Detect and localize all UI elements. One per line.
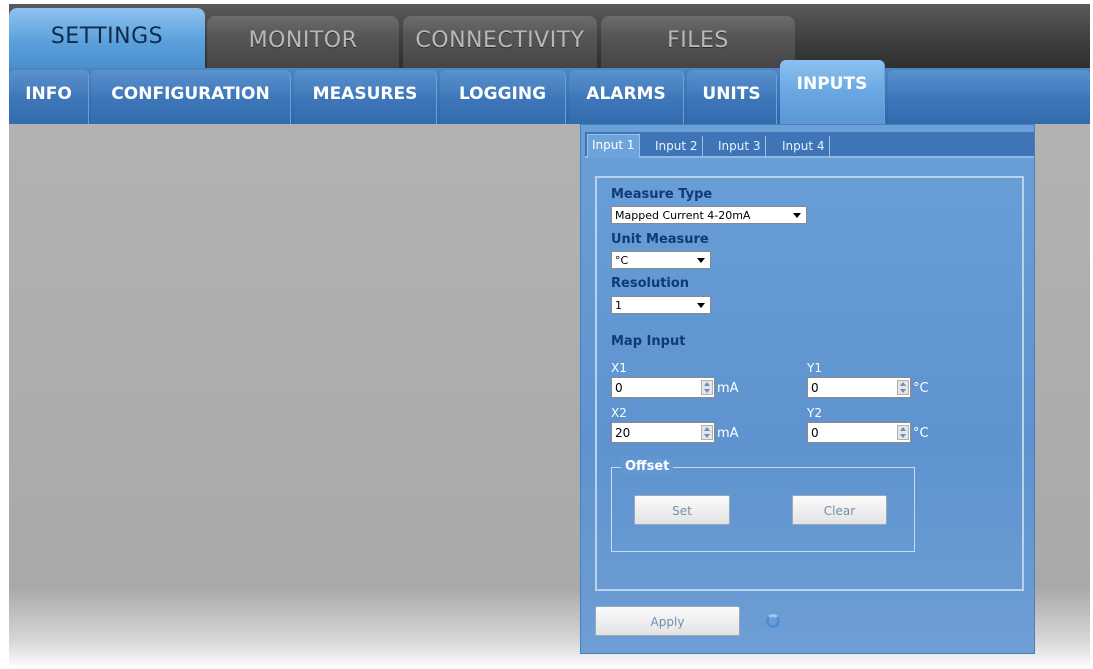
spinner-icon[interactable] bbox=[701, 380, 713, 395]
inputs-panel: Input 1 Input 2 Input 3 Input 4 Measure … bbox=[580, 124, 1035, 654]
y1-input[interactable]: 0 bbox=[807, 377, 911, 398]
refresh-icon[interactable] bbox=[766, 614, 780, 628]
tab-monitor-label: MONITOR bbox=[248, 28, 358, 53]
sub-tab-bar: INFO CONFIGURATION MEASURES LOGGING ALAR… bbox=[9, 60, 1090, 124]
x2-input[interactable]: 20 bbox=[611, 422, 715, 443]
resolution-value: 1 bbox=[615, 299, 622, 312]
tab-info[interactable]: INFO bbox=[9, 70, 89, 124]
tab-input-3-label: Input 3 bbox=[718, 139, 761, 153]
chevron-down-icon bbox=[697, 303, 705, 308]
tab-logging-label: LOGGING bbox=[458, 84, 547, 104]
y1-label: Y1 bbox=[807, 361, 822, 375]
tab-configuration[interactable]: CONFIGURATION bbox=[91, 70, 291, 124]
offset-label: Offset bbox=[621, 459, 674, 474]
resolution-label: Resolution bbox=[611, 276, 690, 291]
tab-units-label: UNITS bbox=[702, 84, 761, 104]
clear-button[interactable]: Clear bbox=[792, 495, 887, 525]
apply-button-label: Apply bbox=[650, 615, 685, 629]
x2-unit: mA bbox=[717, 426, 739, 441]
chevron-down-icon bbox=[697, 258, 705, 263]
tab-input-2[interactable]: Input 2 bbox=[651, 136, 703, 158]
y2-unit: °C bbox=[913, 426, 929, 441]
tab-alarms-label: ALARMS bbox=[586, 84, 666, 104]
y1-value: 0 bbox=[811, 381, 819, 395]
tab-connectivity-label: CONNECTIVITY bbox=[415, 28, 585, 53]
tab-inputs-label: INPUTS bbox=[796, 74, 868, 94]
y2-value: 0 bbox=[811, 426, 819, 440]
y2-label: Y2 bbox=[807, 406, 822, 420]
apply-button[interactable]: Apply bbox=[595, 606, 740, 636]
set-button-label: Set bbox=[672, 504, 692, 518]
spinner-icon[interactable] bbox=[897, 425, 909, 440]
tab-logging[interactable]: LOGGING bbox=[440, 70, 566, 124]
clear-button-label: Clear bbox=[823, 504, 856, 518]
y1-unit: °C bbox=[913, 381, 929, 396]
tab-files[interactable]: FILES bbox=[601, 16, 795, 70]
tab-measures[interactable]: MEASURES bbox=[294, 70, 437, 124]
spinner-icon[interactable] bbox=[701, 425, 713, 440]
tab-info-label: INFO bbox=[25, 84, 72, 104]
set-button[interactable]: Set bbox=[634, 495, 730, 525]
tab-configuration-label: CONFIGURATION bbox=[111, 84, 270, 104]
spinner-icon[interactable] bbox=[897, 380, 909, 395]
x1-unit: mA bbox=[717, 381, 739, 396]
unit-measure-select[interactable]: °C bbox=[611, 251, 711, 269]
x1-label: X1 bbox=[611, 361, 627, 375]
x1-value: 0 bbox=[615, 381, 623, 395]
x2-value: 20 bbox=[615, 426, 631, 440]
tab-inputs[interactable]: INPUTS bbox=[780, 60, 885, 124]
tab-input-4-label: Input 4 bbox=[782, 139, 825, 153]
tab-units[interactable]: UNITS bbox=[687, 70, 777, 124]
main-tab-bar: SETTINGS MONITOR CONNECTIVITY FILES bbox=[9, 4, 1090, 70]
measure-type-select[interactable]: Mapped Current 4-20mA bbox=[611, 206, 807, 224]
tab-connectivity[interactable]: CONNECTIVITY bbox=[403, 16, 597, 70]
tab-measures-label: MEASURES bbox=[312, 84, 418, 104]
sub-tab-filler bbox=[888, 70, 1090, 124]
tab-settings[interactable]: SETTINGS bbox=[9, 8, 205, 70]
app-root: SETTINGS MONITOR CONNECTIVITY FILES INFO… bbox=[0, 0, 1093, 669]
unit-measure-value: °C bbox=[615, 254, 629, 267]
tab-monitor[interactable]: MONITOR bbox=[207, 16, 399, 70]
tab-alarms[interactable]: ALARMS bbox=[569, 70, 684, 124]
tab-input-2-label: Input 2 bbox=[655, 139, 698, 153]
x2-label: X2 bbox=[611, 406, 627, 420]
map-input-label: Map Input bbox=[611, 334, 686, 349]
tab-input-3[interactable]: Input 3 bbox=[714, 136, 766, 158]
y2-input[interactable]: 0 bbox=[807, 422, 911, 443]
tab-input-1[interactable]: Input 1 bbox=[587, 134, 640, 158]
tab-files-label: FILES bbox=[667, 28, 729, 53]
chevron-down-icon bbox=[793, 213, 801, 218]
measure-type-label: Measure Type bbox=[611, 187, 713, 202]
measure-type-value: Mapped Current 4-20mA bbox=[615, 209, 751, 222]
offset-group: Set Clear bbox=[611, 467, 915, 552]
tab-input-4[interactable]: Input 4 bbox=[778, 136, 830, 158]
tab-input-1-label: Input 1 bbox=[592, 138, 635, 152]
x1-input[interactable]: 0 bbox=[611, 377, 715, 398]
resolution-select[interactable]: 1 bbox=[611, 296, 711, 314]
input-tab-bar: Input 1 Input 2 Input 3 Input 4 bbox=[585, 132, 1034, 158]
tab-settings-label: SETTINGS bbox=[50, 24, 164, 49]
unit-measure-label: Unit Measure bbox=[611, 232, 709, 247]
